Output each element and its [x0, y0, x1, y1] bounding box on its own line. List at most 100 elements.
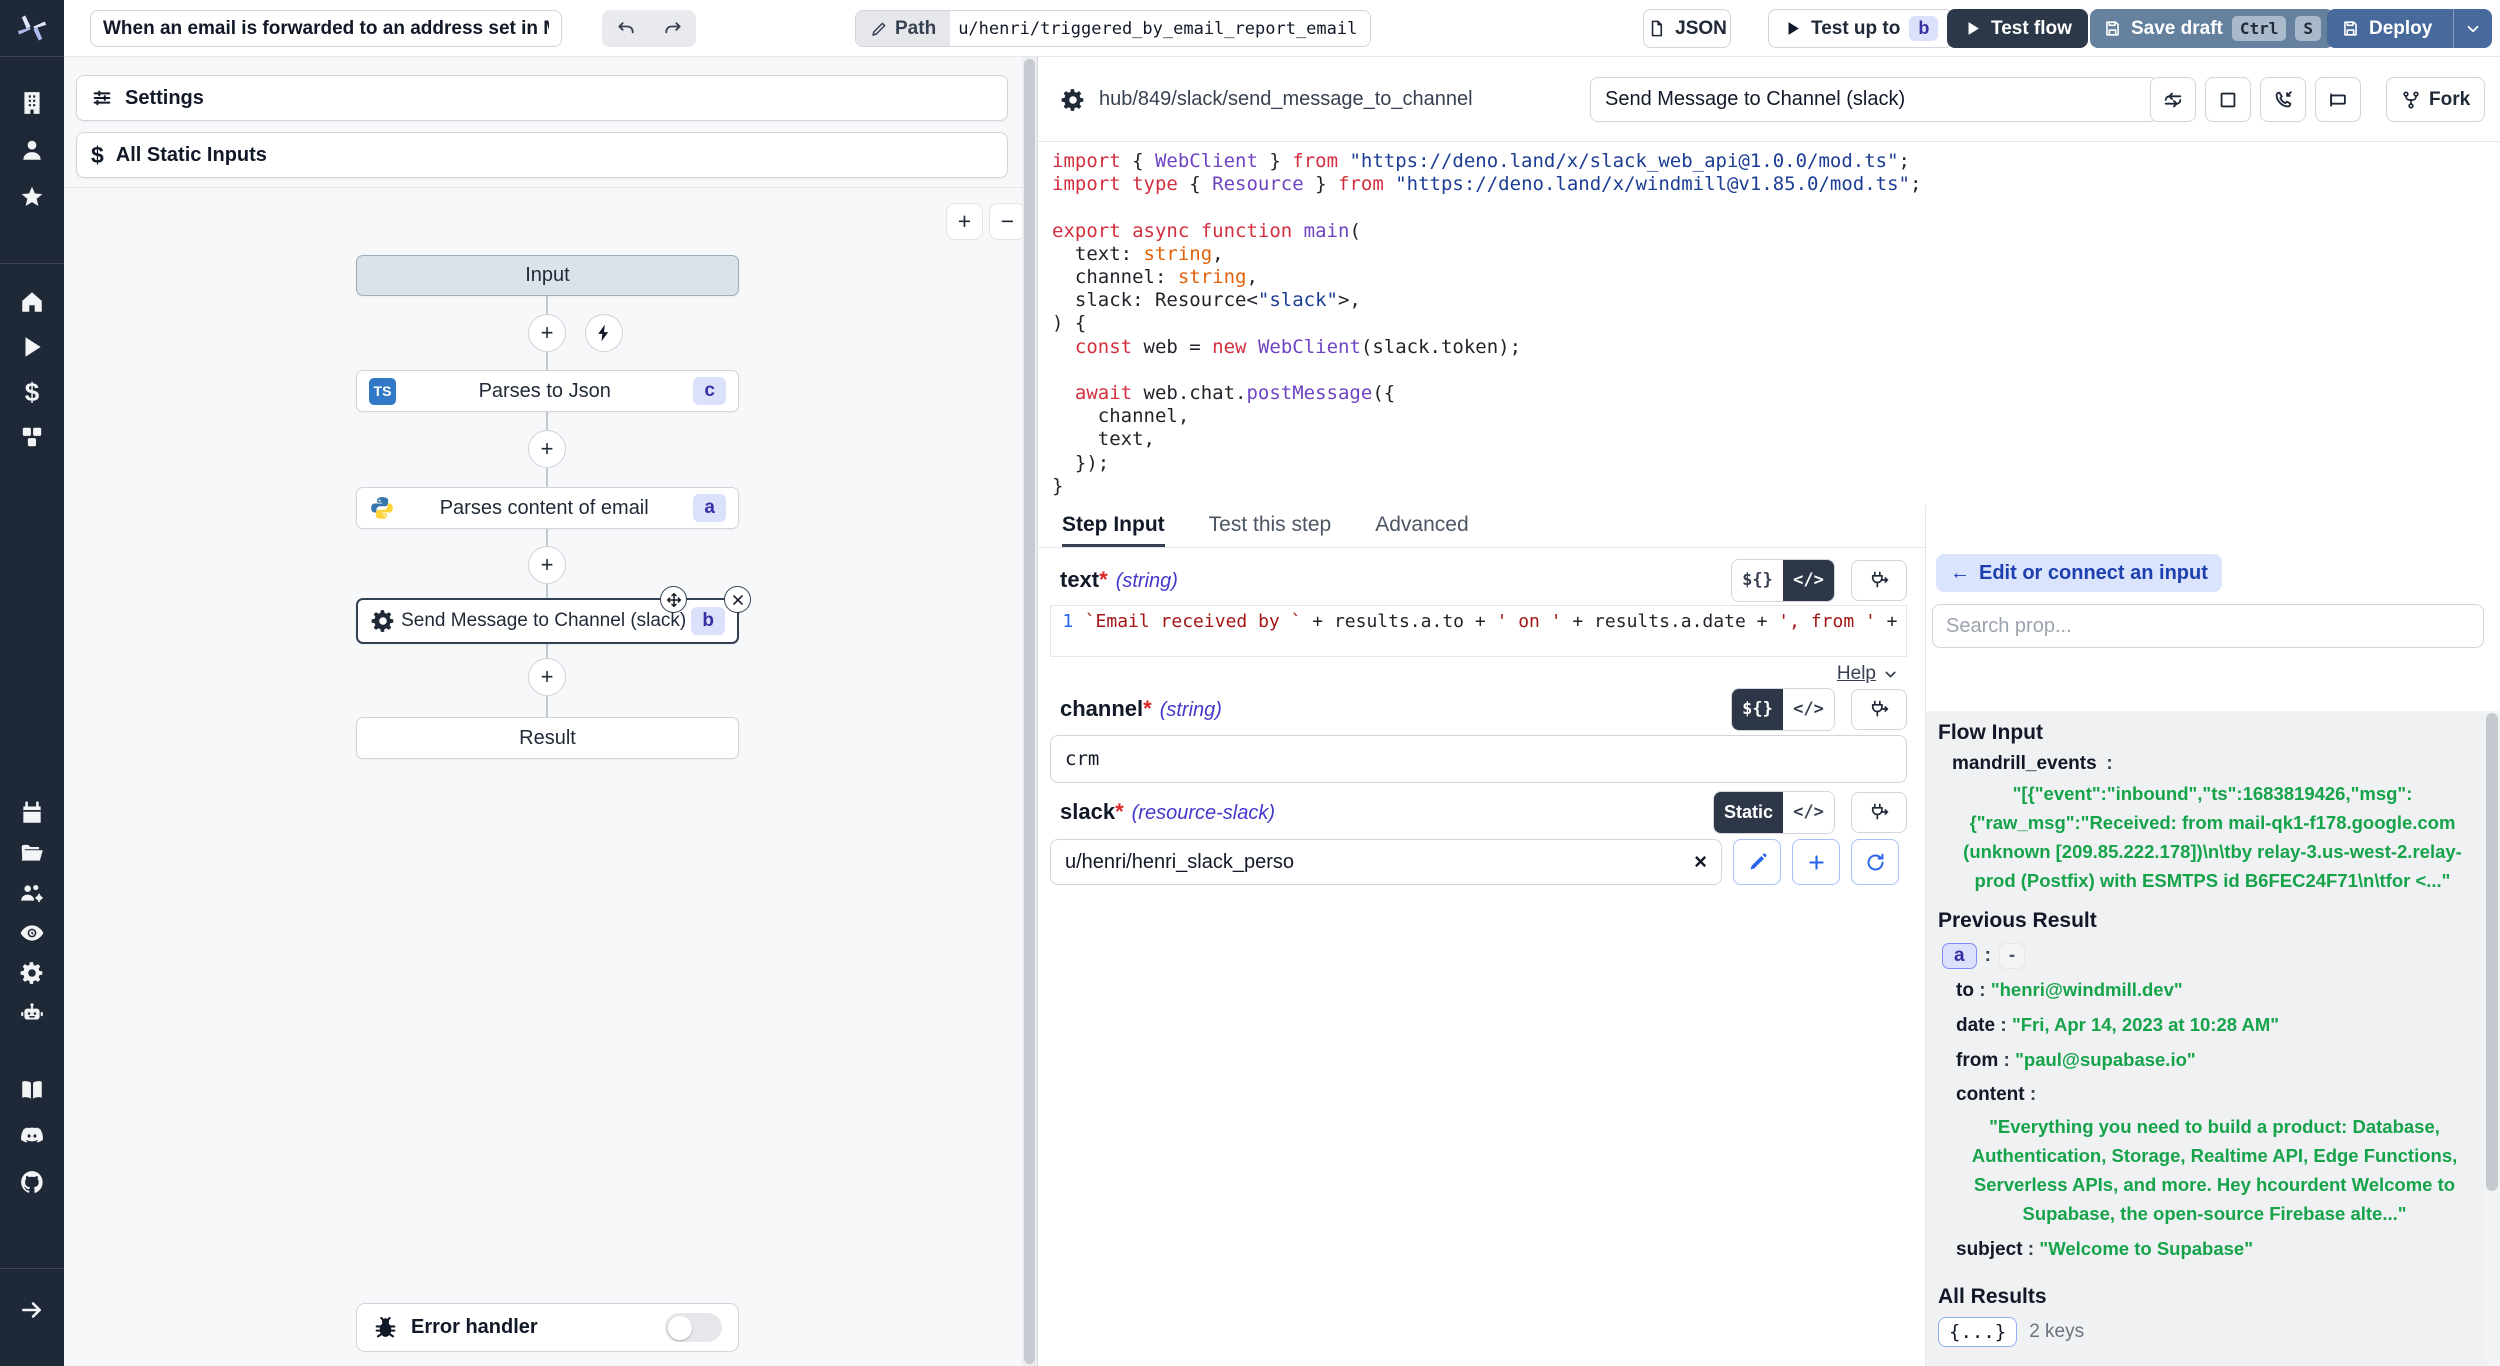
add-step-button[interactable]: +	[528, 546, 566, 584]
redo-button[interactable]	[649, 10, 696, 47]
save-draft-button[interactable]: Save draft Ctrl S	[2090, 9, 2334, 48]
static-mode-button[interactable]: Static	[1714, 792, 1783, 833]
edit-resource-button[interactable]	[1733, 839, 1781, 885]
prop-key[interactable]: mandrill_events	[1952, 753, 2097, 774]
all-results-object-chip[interactable]: {...}	[1938, 1317, 2017, 1347]
step-summary-input[interactable]	[1590, 77, 2158, 122]
save-icon	[2341, 19, 2360, 38]
add-step-button[interactable]: +	[528, 314, 566, 352]
edit-or-connect-button[interactable]: ← Edit or connect an input	[1936, 554, 2222, 592]
prop-key[interactable]: to	[1956, 980, 1974, 1001]
save-icon	[2103, 19, 2122, 38]
building-icon[interactable]	[18, 89, 46, 117]
zoom-out-button[interactable]: −	[989, 203, 1026, 240]
book-icon[interactable]	[18, 1076, 46, 1104]
calendar-icon[interactable]	[18, 799, 46, 827]
channel-value-input[interactable]	[1050, 735, 1907, 783]
deploy-dropdown-button[interactable]	[2453, 9, 2492, 48]
pencil-icon	[1747, 852, 1768, 873]
tab-test-this-step[interactable]: Test this step	[1209, 505, 1332, 547]
interpolation-mode-button[interactable]: ${}	[1732, 560, 1783, 601]
result-key-badge[interactable]: a	[1942, 943, 1977, 969]
plug-arrow-icon	[1869, 699, 1889, 719]
github-icon[interactable]	[18, 1168, 46, 1196]
code-editor[interactable]: import { WebClient } from "https://deno.…	[1052, 150, 2492, 498]
flow-node-parses-content[interactable]: Parses content of email a	[356, 487, 739, 529]
arrow-right-icon[interactable]	[18, 1296, 46, 1324]
flow-graph-panel: Settings $ All Static Inputs + − Input +…	[64, 57, 1038, 1366]
slack-mode-toggle: Static </>	[1713, 791, 1835, 834]
add-step-button[interactable]: +	[528, 430, 566, 468]
help-link[interactable]: Help	[1837, 663, 1876, 685]
robot-icon[interactable]	[18, 999, 46, 1027]
all-static-inputs-button[interactable]: $ All Static Inputs	[76, 132, 1008, 178]
flow-scrollbar-thumb[interactable]	[1024, 59, 1035, 1364]
props-scrollbar	[2484, 711, 2500, 1366]
play-icon[interactable]	[18, 333, 46, 361]
refresh-resource-button[interactable]	[1851, 839, 1899, 885]
flow-settings-button[interactable]: Settings	[76, 75, 1008, 121]
prop-search-input[interactable]	[1932, 604, 2484, 648]
sync-script-button[interactable]	[2150, 77, 2196, 122]
connect-input-button[interactable]	[1851, 792, 1907, 833]
box-button[interactable]	[2205, 77, 2251, 122]
interpolation-mode-button[interactable]: ${}	[1732, 689, 1783, 730]
props-scrollbar-thumb[interactable]	[2486, 713, 2498, 1191]
flow-title-input[interactable]	[90, 10, 562, 47]
line-number: 1	[1051, 606, 1085, 656]
move-step-button[interactable]	[660, 586, 687, 613]
tab-step-input[interactable]: Step Input	[1062, 505, 1165, 547]
step-editor-header: hub/849/slack/send_message_to_channel Fo…	[1038, 57, 2500, 142]
step-id-badge: a	[693, 494, 726, 522]
users-gear-icon[interactable]	[18, 879, 46, 907]
deploy-button: Deploy	[2327, 9, 2492, 48]
discord-icon[interactable]	[18, 1122, 46, 1150]
path-edit-button[interactable]: Path	[856, 11, 950, 46]
prop-key[interactable]: subject	[1956, 1239, 2023, 1260]
clear-resource-icon[interactable]: ×	[1694, 849, 1707, 875]
eye-icon[interactable]	[18, 919, 46, 947]
prop-key[interactable]: from	[1956, 1050, 1998, 1071]
add-resource-button[interactable]	[1792, 839, 1840, 885]
deploy-main-button[interactable]: Deploy	[2327, 9, 2444, 48]
fork-button[interactable]: Fork	[2386, 77, 2485, 122]
slack-resource-picker[interactable]: u/henri/henri_slack_perso ×	[1050, 839, 1722, 885]
star-icon[interactable]	[18, 183, 46, 211]
connect-input-button[interactable]	[1851, 560, 1907, 601]
collapse-badge[interactable]: -	[1999, 943, 2025, 969]
panel-flag-button[interactable]	[2315, 77, 2361, 122]
dollar-icon[interactable]: $	[18, 378, 46, 406]
flow-node-input[interactable]: Input	[356, 255, 739, 296]
flow-node-result[interactable]: Result	[356, 717, 739, 759]
prop-key[interactable]: content	[1956, 1084, 2025, 1105]
delete-step-button[interactable]	[724, 586, 751, 613]
test-up-to-button[interactable]: Test up to b	[1768, 9, 1953, 48]
connect-input-button[interactable]	[1851, 689, 1907, 730]
code-mode-button[interactable]: </>	[1783, 792, 1834, 833]
test-flow-button[interactable]: Test flow	[1947, 9, 2088, 48]
path-value-input[interactable]: u/henri/triggered_by_email_report_email	[950, 11, 1370, 46]
tab-advanced[interactable]: Advanced	[1375, 505, 1468, 547]
prop-key[interactable]: date	[1956, 1015, 1995, 1036]
pencil-icon	[870, 20, 888, 38]
hub-script-path: hub/849/slack/send_message_to_channel	[1099, 88, 1473, 111]
home-icon[interactable]	[18, 288, 46, 316]
zoom-in-button[interactable]: +	[946, 203, 983, 240]
text-expression-editor[interactable]: 1 `Email received by ` + results.a.to + …	[1050, 605, 1907, 657]
add-step-button[interactable]: +	[528, 658, 566, 696]
gear-icon[interactable]	[18, 959, 46, 987]
undo-button[interactable]	[602, 10, 649, 47]
phone-incoming-button[interactable]	[2260, 77, 2306, 122]
json-button[interactable]: JSON	[1643, 9, 1731, 48]
flow-node-parses-to-json[interactable]: TS Parses to Json c	[356, 370, 739, 412]
user-icon[interactable]	[18, 136, 46, 164]
code-line: const web = new WebClient(slack.token);	[1052, 336, 2492, 359]
code-mode-button[interactable]: </>	[1783, 560, 1834, 601]
folder-icon[interactable]	[18, 839, 46, 867]
cubes-icon[interactable]	[18, 423, 46, 451]
trigger-bolt-button[interactable]	[585, 314, 623, 352]
error-handler-toggle[interactable]	[665, 1313, 722, 1342]
sidebar-group-tools	[0, 799, 64, 1027]
flow-node-send-message-selected[interactable]: Send Message to Channel (slack) b	[356, 598, 739, 644]
code-mode-button[interactable]: </>	[1783, 689, 1834, 730]
